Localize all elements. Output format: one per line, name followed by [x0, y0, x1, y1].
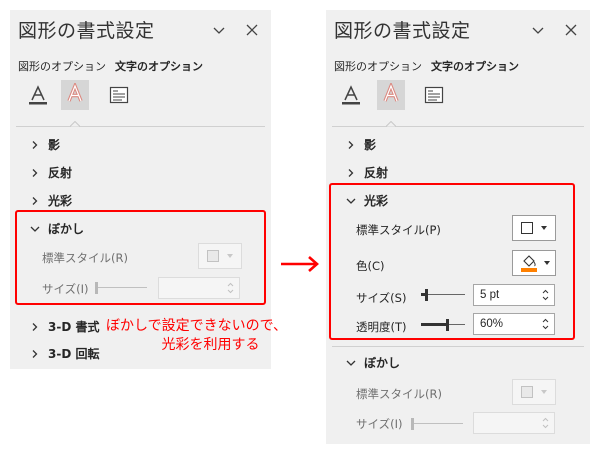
section-reflection[interactable]: 反射 — [28, 164, 72, 181]
chevron-right-icon — [32, 322, 38, 331]
section-label: 3-D 書式 — [48, 320, 100, 334]
text-effects-icon[interactable] — [377, 80, 405, 110]
section-label: 影 — [364, 138, 377, 152]
dropdown-arrow-icon — [541, 390, 547, 394]
section-label: 反射 — [364, 166, 389, 180]
arrow-right-icon — [281, 256, 319, 272]
tab-text-options[interactable]: 文字のオプション — [115, 60, 203, 73]
section-shadow[interactable]: 影 — [28, 136, 60, 153]
text-effects-icon[interactable] — [61, 80, 89, 110]
section-reflection[interactable]: 反射 — [344, 164, 388, 181]
tab-shape-options[interactable]: 図形のオプション — [18, 60, 106, 73]
selection-pointer — [70, 121, 80, 127]
spin-arrows-icon — [542, 417, 549, 429]
section-label: 3-D 回転 — [48, 347, 100, 361]
chevron-right-icon — [348, 140, 354, 149]
section-label: 反射 — [48, 166, 73, 180]
divider — [16, 126, 265, 127]
text-fill-outline-icon[interactable] — [337, 80, 365, 110]
annotation-note: ぼかしで設定できないので、 光彩を利用する — [106, 317, 287, 355]
pane-title: 図形の書式設定 — [334, 20, 471, 42]
chevron-down-icon[interactable] — [529, 21, 547, 39]
blur-preset-label: 標準スタイル(R) — [356, 387, 442, 401]
textbox-layout-icon[interactable] — [420, 80, 448, 110]
tab-text-options[interactable]: 文字のオプション — [431, 60, 519, 73]
section-label: 影 — [48, 138, 61, 152]
section-label: ぼかし — [364, 356, 401, 370]
chevron-right-icon — [348, 168, 354, 177]
selection-pointer — [386, 121, 396, 127]
chevron-right-icon — [32, 140, 38, 149]
highlight-box-soft-edges — [15, 210, 266, 305]
chevron-right-icon — [32, 168, 38, 177]
close-icon[interactable] — [243, 21, 261, 39]
textbox-layout-icon[interactable] — [105, 80, 133, 110]
section-3d-rotation[interactable]: 3-D 回転 — [28, 345, 99, 362]
divider — [332, 346, 584, 347]
chevron-down-icon[interactable] — [210, 21, 228, 39]
section-3d-format[interactable]: 3-D 書式 — [28, 318, 99, 335]
annotation-line: ぼかしで設定できないので、 — [106, 318, 288, 334]
section-soft-edges[interactable]: ぼかし — [344, 354, 400, 371]
highlight-box-glow — [329, 183, 575, 340]
annotation-line: 光彩を利用する — [161, 337, 260, 353]
pane-title: 図形の書式設定 — [18, 20, 155, 42]
blur-size-spinner[interactable] — [473, 412, 555, 434]
section-glow[interactable]: 光彩 — [28, 192, 72, 209]
chevron-right-icon — [32, 196, 38, 205]
tab-shape-options[interactable]: 図形のオプション — [334, 60, 422, 73]
options-tabs: 図形のオプション 文字のオプション — [334, 58, 528, 74]
divider — [332, 126, 584, 127]
close-icon[interactable] — [562, 21, 580, 39]
chevron-down-icon — [346, 360, 356, 366]
options-tabs: 図形のオプション 文字のオプション — [18, 58, 212, 74]
blur-size-label: サイズ(I) — [356, 417, 403, 431]
blur-preset-dropdown[interactable] — [512, 379, 556, 405]
section-shadow[interactable]: 影 — [344, 136, 376, 153]
format-shape-pane-left: 図形の書式設定 図形のオプション 文字のオプション 影 反射 光彩 ぼかし 標準ス… — [10, 10, 271, 369]
text-fill-outline-icon[interactable] — [24, 80, 52, 110]
swatch — [521, 386, 533, 398]
blur-size-slider[interactable] — [411, 417, 463, 431]
chevron-right-icon — [32, 349, 38, 358]
section-label: 光彩 — [48, 194, 73, 208]
